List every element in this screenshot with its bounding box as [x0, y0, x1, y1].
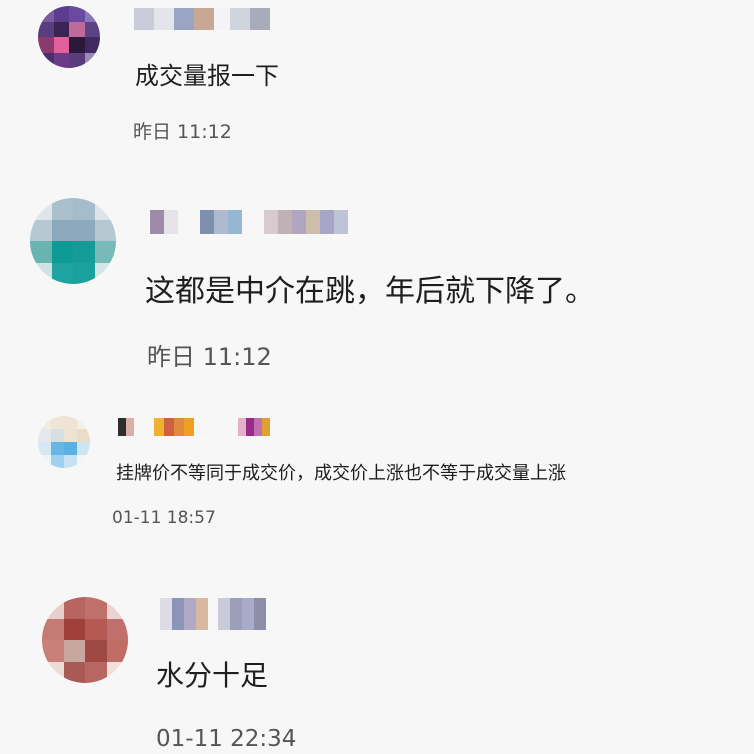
avatar[interactable] — [42, 597, 128, 683]
comment-time: 01-11 22:34 — [156, 726, 297, 752]
username-redacted[interactable] — [160, 598, 266, 630]
comment-item: 水分十足 01-11 22:34 — [0, 0, 754, 754]
comment-text: 水分十足 — [156, 659, 269, 692]
